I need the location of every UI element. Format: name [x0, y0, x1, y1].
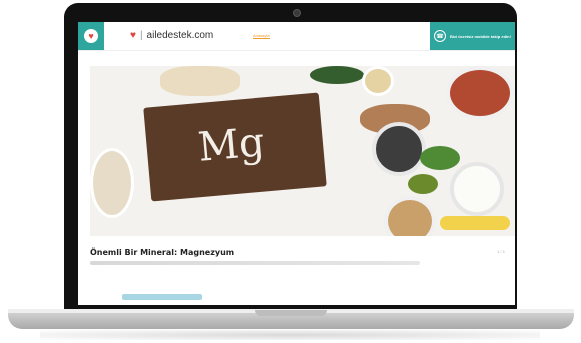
article-title[interactable]: Önemli Bir Mineral: Magnezyum — [90, 248, 234, 257]
heart-icon: ♥ — [84, 29, 98, 43]
bean-bowl — [446, 66, 514, 120]
nuts-pile — [160, 66, 240, 96]
seed-bowl — [372, 122, 426, 176]
chickpea-bowl — [384, 196, 436, 236]
small-bowl — [362, 66, 394, 96]
brand-separator: | — [139, 30, 143, 41]
oats-bowl — [90, 148, 134, 218]
phone-icon: ☎ — [434, 30, 446, 42]
yogurt-bowl — [450, 162, 504, 216]
camera-icon — [293, 9, 301, 17]
avocado — [408, 174, 438, 194]
site-header: ♥ ♥ | ailedestek.com Anasayfa ☎ Bizi ücr… — [78, 22, 515, 51]
page-indicator: 1 / 1 — [497, 249, 505, 254]
nav-item-home[interactable]: Anasayfa — [253, 33, 270, 39]
browser-screen: ♥ ♥ | ailedestek.com Anasayfa ☎ Bizi ücr… — [78, 22, 515, 305]
cta-label: Bizi ücretsiz mobilde takip edin! — [450, 33, 511, 39]
logo-button[interactable]: ♥ — [78, 22, 104, 50]
brand[interactable]: ♥ | ailedestek.com — [130, 30, 213, 41]
article-excerpt — [90, 261, 420, 265]
greens — [420, 146, 460, 170]
brand-name: ailedestek.com — [146, 30, 214, 41]
laptop-frame: ♥ ♥ | ailedestek.com Anasayfa ☎ Bizi ücr… — [0, 0, 581, 343]
next-section-heading[interactable] — [122, 294, 202, 300]
mobile-cta-button[interactable]: ☎ Bizi ücretsiz mobilde takip edin! — [430, 22, 515, 50]
main-nav: Anasayfa — [253, 33, 318, 39]
hero-image[interactable]: Mg — [90, 66, 515, 236]
laptop-shadow — [40, 330, 540, 340]
banana — [440, 216, 510, 230]
laptop-notch — [255, 310, 327, 316]
spinach-leaf — [310, 66, 364, 84]
heart-icon: ♥ — [130, 30, 136, 41]
board-text: Mg — [196, 119, 267, 171]
